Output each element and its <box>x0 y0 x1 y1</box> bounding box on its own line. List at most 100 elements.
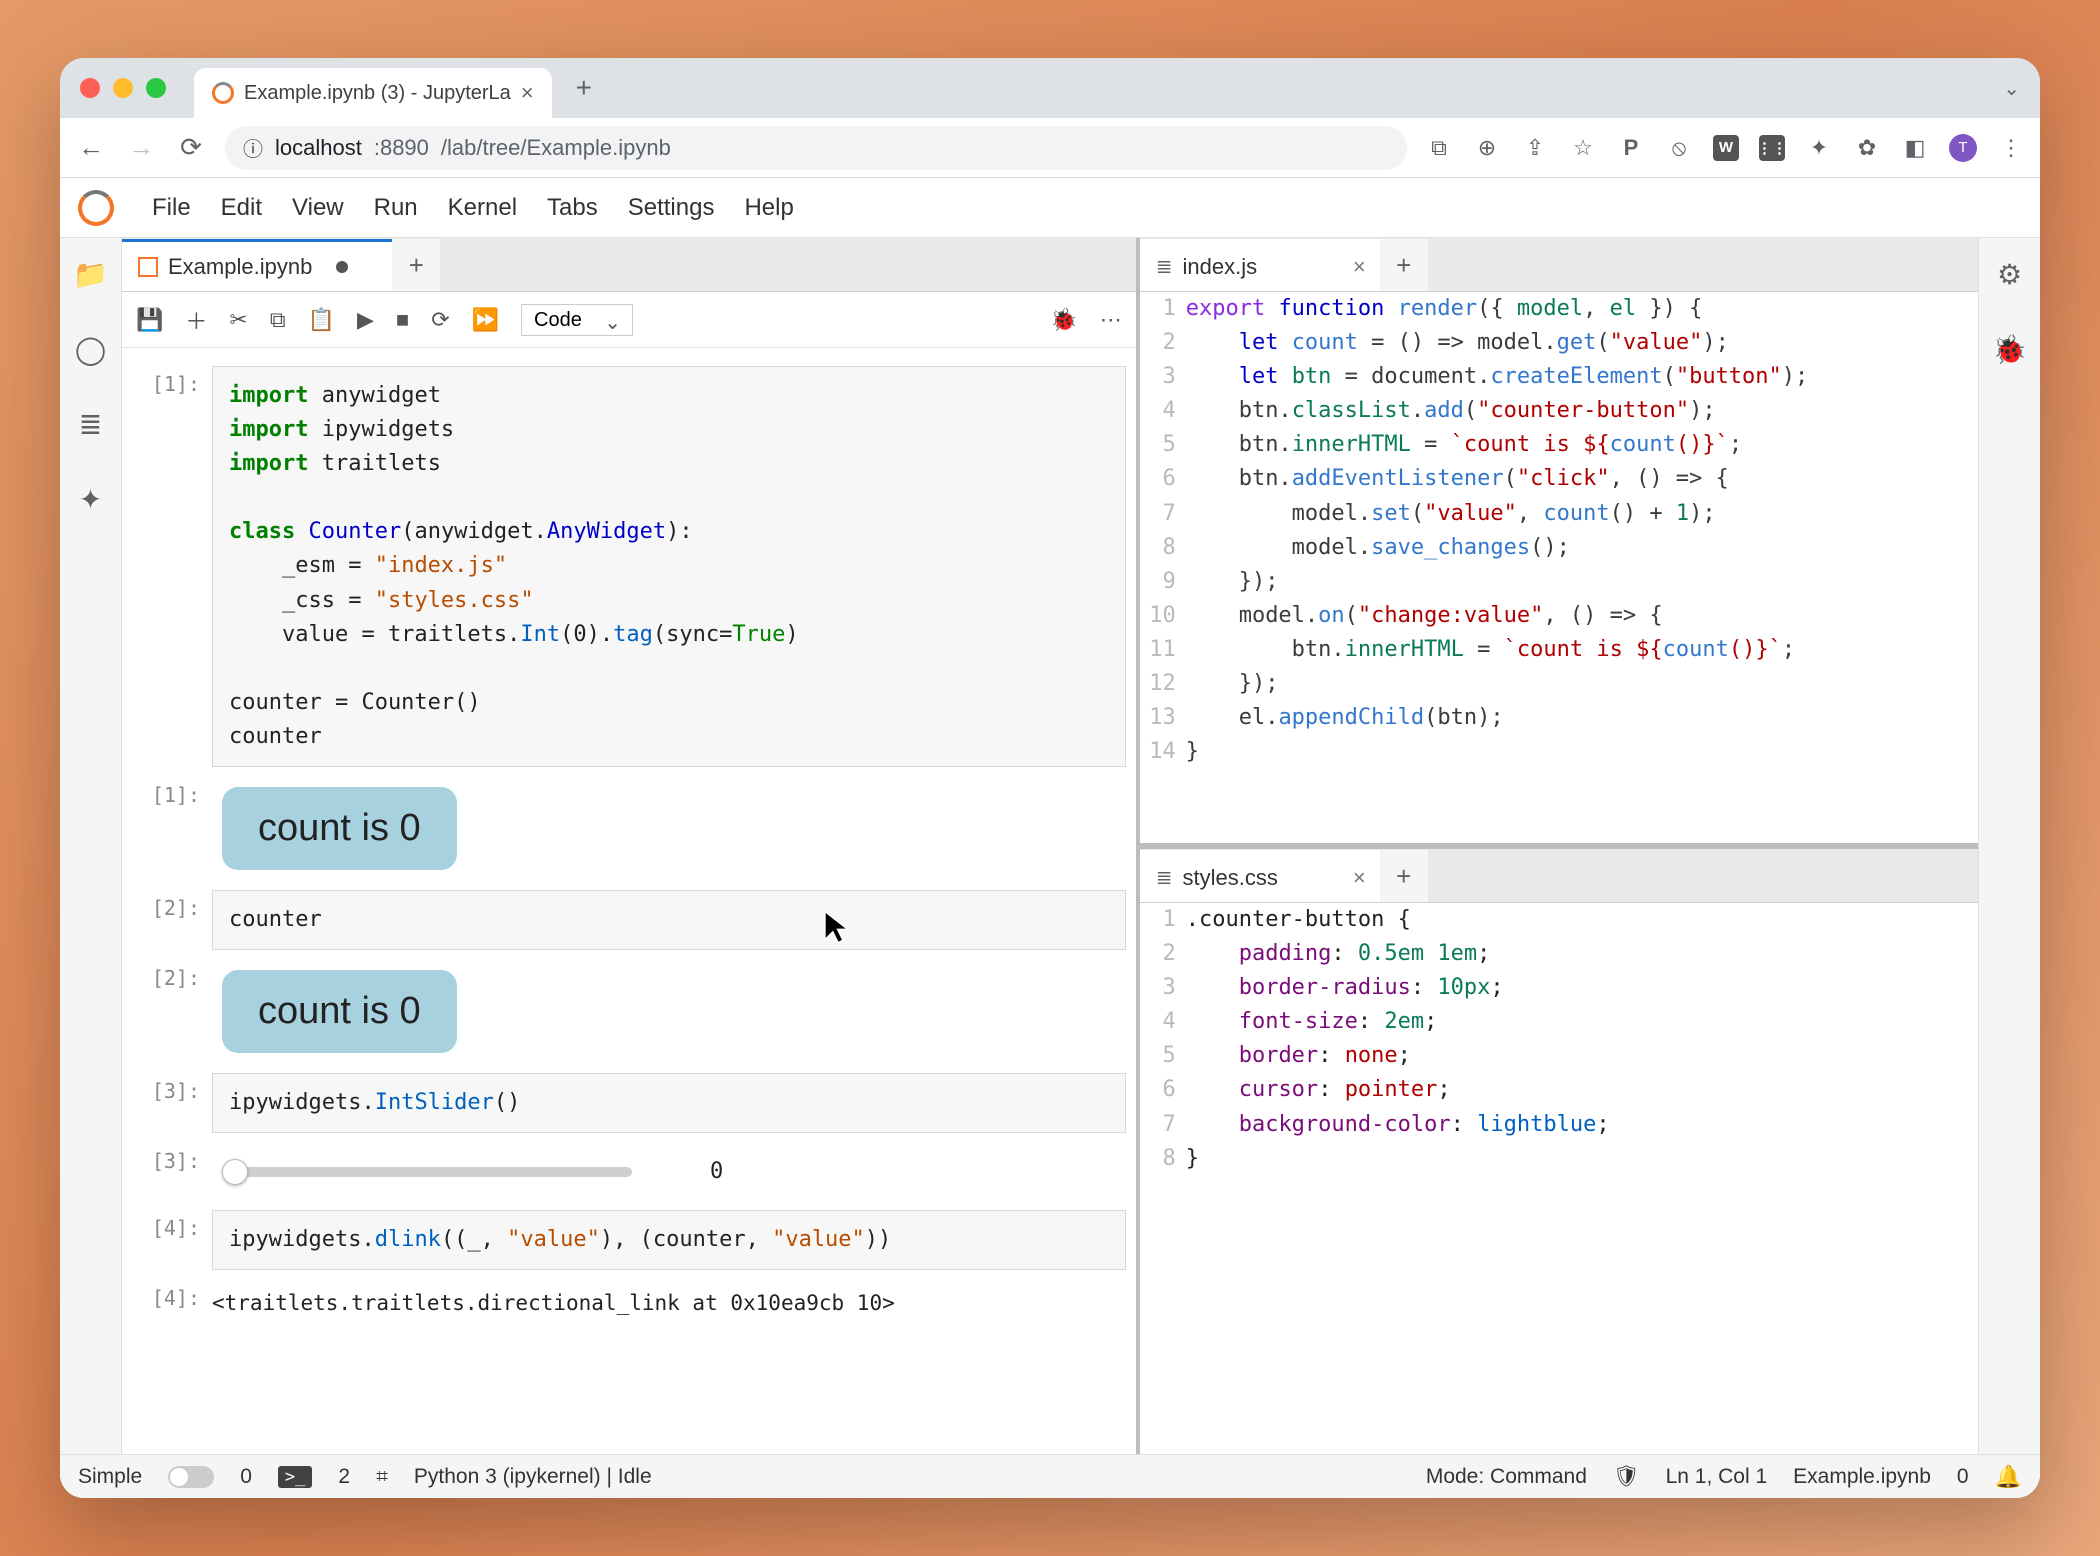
menu-file[interactable]: File <box>152 194 191 222</box>
terminal-chip-icon[interactable]: >_ <box>278 1466 312 1488</box>
ext-leaf-icon[interactable]: ✿ <box>1853 134 1881 162</box>
mode-status: Mode: Command <box>1426 1465 1587 1489</box>
kernel-status[interactable]: Python 3 (ipykernel) | Idle <box>414 1465 652 1489</box>
input-cell-2[interactable]: [2]: counter <box>132 890 1126 950</box>
fast-forward-icon[interactable]: ⏩ <box>472 307 499 333</box>
menu-run[interactable]: Run <box>374 194 418 222</box>
counter-widget-2[interactable]: count is 0 <box>222 970 457 1053</box>
left-sidebar: 📁 ◯ ≣ ✦ <box>60 238 122 1454</box>
extension-row: ⧉ ⊕ ⇪ ☆ P ⦸ W ⋮⋮ ✦ ✿ ◧ T ⋮ <box>1425 134 2025 162</box>
code-editor-1[interactable]: import anywidget import ipywidgets impor… <box>212 366 1126 767</box>
tab-close-icon[interactable]: × <box>521 80 534 106</box>
notebook-body[interactable]: [1]: import anywidget import ipywidgets … <box>122 348 1136 1454</box>
window-close[interactable] <box>80 78 100 98</box>
reload-button[interactable]: ⟳ <box>175 132 207 163</box>
js-editor[interactable]: 1export function render({ model, el }) {… <box>1140 292 1978 843</box>
browser-tab[interactable]: Example.ipynb (3) - JupyterLa × <box>194 68 552 118</box>
simple-toggle-label[interactable]: Simple <box>78 1465 142 1489</box>
save-icon[interactable]: 💾 <box>136 307 163 333</box>
bug-icon[interactable]: 🐞 <box>1050 307 1077 333</box>
input-cell-3[interactable]: [3]: ipywidgets.IntSlider() <box>132 1073 1126 1133</box>
restart-icon[interactable]: ⟳ <box>431 307 449 333</box>
menu-help[interactable]: Help <box>744 194 793 222</box>
paste-icon[interactable]: 📋 <box>308 307 335 333</box>
add-tab-button[interactable]: + <box>392 239 440 291</box>
site-info-icon[interactable]: ⓘ <box>243 133 263 162</box>
new-tab-button[interactable]: + <box>576 72 592 104</box>
copy-icon[interactable]: ⧉ <box>270 307 286 333</box>
counter-widget-1[interactable]: count is 0 <box>222 787 457 870</box>
notebook-icon <box>138 257 158 277</box>
bookmark-icon[interactable]: ☆ <box>1569 134 1597 162</box>
open-external-icon[interactable]: ⧉ <box>1425 134 1453 162</box>
celltype-select[interactable]: Code <box>521 304 633 336</box>
status-num-0: 0 <box>240 1465 252 1489</box>
dock-panel: Example.ipynb + 💾 ＋ ✂ ⧉ 📋 ▶ ■ ⟳ <box>122 238 1978 1454</box>
extensions-sidebar-icon[interactable]: ✦ <box>79 483 102 516</box>
running-icon[interactable]: ◯ <box>75 333 106 366</box>
slider-thumb[interactable] <box>222 1159 248 1185</box>
slider-track[interactable] <box>222 1167 632 1177</box>
window-minimize[interactable] <box>113 78 133 98</box>
close-icon[interactable]: × <box>1353 254 1366 280</box>
cut-icon[interactable]: ✂ <box>229 307 247 333</box>
code-editor-3[interactable]: ipywidgets.IntSlider() <box>212 1073 1126 1133</box>
back-button[interactable]: ← <box>75 132 107 163</box>
property-inspector-icon[interactable]: ⚙ <box>1997 258 2022 291</box>
filebrowser-icon[interactable]: 📁 <box>73 258 108 291</box>
status-right-0: 0 <box>1957 1465 1969 1489</box>
sidepanel-icon[interactable]: ◧ <box>1901 134 1929 162</box>
close-icon[interactable]: × <box>1353 865 1366 891</box>
jupyter-favicon <box>212 82 234 104</box>
browser-menu-icon[interactable]: ⋮ <box>1997 134 2025 162</box>
run-icon[interactable]: ▶ <box>357 307 374 333</box>
trusted-icon[interactable]: 🛡 <box>1613 1465 1640 1489</box>
prompt: [4]: <box>132 1280 212 1328</box>
input-cell-1[interactable]: [1]: import anywidget import ipywidgets … <box>132 366 1126 767</box>
intslider-widget[interactable]: 0 <box>222 1153 1126 1190</box>
debugger-icon[interactable]: 🐞 <box>1992 333 2027 366</box>
toc-icon[interactable]: ≣ <box>79 408 102 441</box>
css-tab[interactable]: ≣ styles.css × <box>1140 850 1380 902</box>
address-bar: ← → ⟳ ⓘ localhost:8890/lab/tree/Example.… <box>60 118 2040 178</box>
status-bar: Simple 0 >_ 2 ⌗ Python 3 (ipykernel) | I… <box>60 1454 2040 1498</box>
forward-button[interactable]: → <box>125 132 157 163</box>
celltype-select-wrap[interactable]: Code <box>521 304 633 336</box>
prompt: [3]: <box>132 1073 212 1133</box>
menu-kernel[interactable]: Kernel <box>448 194 517 222</box>
notebook-tab[interactable]: Example.ipynb <box>122 239 392 291</box>
simple-toggle[interactable] <box>168 1466 214 1488</box>
tabs-overflow-icon[interactable]: ⌄ <box>2003 76 2020 101</box>
code-editor-4[interactable]: ipywidgets.dlink((_, "value"), (counter,… <box>212 1210 1126 1270</box>
stop-icon[interactable]: ■ <box>396 307 409 333</box>
zoom-icon[interactable]: ⊕ <box>1473 134 1501 162</box>
ext-square-1[interactable]: W <box>1713 135 1739 161</box>
output-cell-1: [1]: count is 0 <box>132 777 1126 880</box>
menu-edit[interactable]: Edit <box>221 194 262 222</box>
menu-view[interactable]: View <box>292 194 344 222</box>
traffic-lights <box>80 78 166 98</box>
unsaved-dot-icon <box>336 261 348 273</box>
extensions-icon[interactable]: ✦ <box>1805 134 1833 162</box>
cpu-icon[interactable]: ⌗ <box>376 1465 388 1489</box>
output-cell-2: [2]: count is 0 <box>132 960 1126 1063</box>
css-editor[interactable]: 1.counter-button {2 padding: 0.5em 1em;3… <box>1140 903 1978 1454</box>
add-cell-icon[interactable]: ＋ <box>185 304 207 336</box>
profile-avatar[interactable]: T <box>1949 134 1977 162</box>
toolbar-more-icon[interactable]: ⋯ <box>1100 307 1122 333</box>
add-tab-button[interactable]: + <box>1380 239 1428 291</box>
window-maximize[interactable] <box>146 78 166 98</box>
js-tab[interactable]: ≣ index.js × <box>1140 239 1380 291</box>
ext-noscript-icon[interactable]: ⦸ <box>1665 134 1693 162</box>
notification-icon[interactable]: 🔔 <box>1995 1464 2022 1490</box>
menu-tabs[interactable]: Tabs <box>547 194 598 222</box>
ext-paypal-icon[interactable]: P <box>1617 134 1645 162</box>
share-icon[interactable]: ⇪ <box>1521 134 1549 162</box>
url-input[interactable]: ⓘ localhost:8890/lab/tree/Example.ipynb <box>225 126 1407 170</box>
code-editor-2[interactable]: counter <box>212 890 1126 950</box>
add-tab-button[interactable]: + <box>1380 850 1428 902</box>
input-cell-4[interactable]: [4]: ipywidgets.dlink((_, "value"), (cou… <box>132 1210 1126 1270</box>
ext-square-2[interactable]: ⋮⋮ <box>1759 135 1785 161</box>
text-file-icon: ≣ <box>1156 254 1173 279</box>
menu-settings[interactable]: Settings <box>628 194 715 222</box>
